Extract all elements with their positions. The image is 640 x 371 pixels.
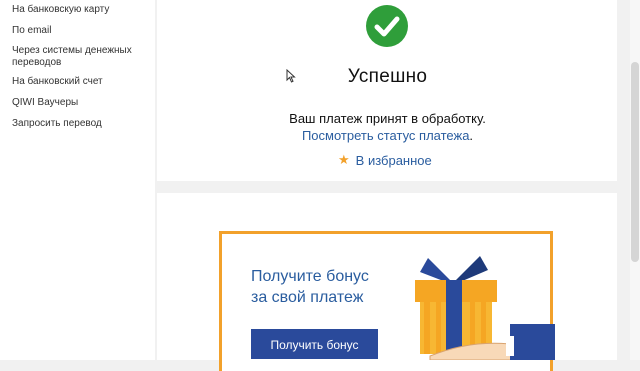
check-circle-icon: [366, 5, 408, 47]
scrollbar-thumb[interactable]: [631, 62, 639, 262]
status-line: Посмотреть статус платежа.: [0, 128, 640, 143]
promo-text: Получите бонус за свой платеж: [251, 268, 369, 306]
get-bonus-button[interactable]: Получить бонус: [251, 329, 378, 359]
sidebar: На банковскую карту По email Через систе…: [0, 0, 155, 360]
star-icon: ★: [338, 152, 350, 167]
sidebar-item-email[interactable]: По email: [12, 25, 147, 37]
success-message: Ваш платеж принят в обработку.: [289, 111, 486, 126]
view-status-link[interactable]: Посмотреть статус платежа: [302, 128, 469, 143]
gift-icon: [415, 256, 555, 360]
sidebar-item-bank-card[interactable]: На банковскую карту: [12, 4, 147, 16]
favorites-label: В избранное: [355, 152, 432, 168]
add-to-favorites-link[interactable]: ★ В избранное: [338, 152, 432, 168]
sidebar-item-qiwi-vouchers[interactable]: QIWI Ваучеры: [12, 97, 147, 109]
status-suffix: .: [469, 128, 474, 143]
success-title: Успешно: [347, 66, 428, 87]
scrollbar[interactable]: [630, 0, 640, 360]
